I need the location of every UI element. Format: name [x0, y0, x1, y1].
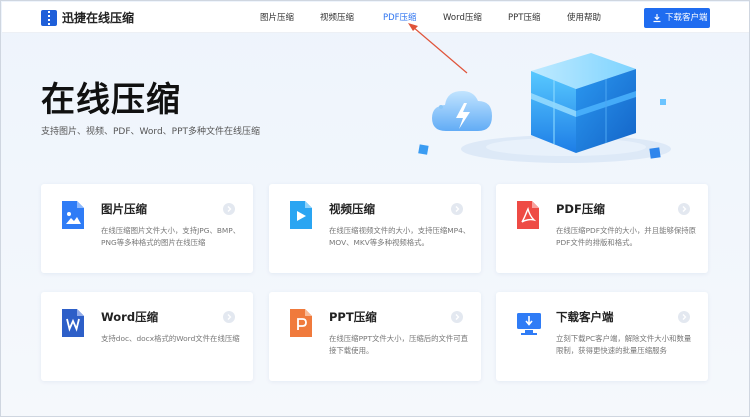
download-client-label: 下载客户端 — [665, 13, 708, 23]
nav-ppt-compress[interactable]: PPT压缩 — [508, 12, 540, 24]
card-description: 支持doc、docx格式的Word文件在线压缩 — [101, 334, 240, 343]
card-ppt-compress[interactable]: PPT压缩 在线压缩PPT文件大小，压缩后的文件可直接下载使用。 — [269, 292, 481, 381]
card-title: Word压缩 — [101, 310, 159, 324]
hero-illustration — [418, 53, 671, 163]
download-client-button[interactable]: 下载客户端 — [644, 8, 710, 28]
card-title: PDF压缩 — [556, 202, 605, 216]
page-frame: 迅捷在线压缩 图片压缩 视频压缩 PDF压缩 Word压缩 PPT压缩 使用帮助… — [0, 0, 750, 417]
app-name[interactable]: 迅捷在线压缩 — [62, 10, 134, 26]
arrow-right-circle-icon[interactable] — [678, 203, 690, 215]
card-title: 图片压缩 — [101, 202, 147, 216]
card-description: 在线压缩图片文件大小，支持JPG、BMP、PNG等多种格式的图片在线压缩 — [101, 226, 241, 247]
video-file-icon — [290, 201, 312, 229]
logo-icon[interactable] — [41, 10, 57, 26]
card-description: 在线压缩PDF文件的大小，并且能够保持原PDF文件的排版和格式。 — [556, 226, 697, 247]
card-description: 立刻下载PC客户端，解除文件大小和数量限制，获得更快速的批量压缩服务 — [556, 334, 692, 355]
arrow-right-circle-icon[interactable] — [223, 311, 235, 323]
card-word-compress[interactable]: Word压缩 支持doc、docx格式的Word文件在线压缩 — [41, 292, 253, 381]
monitor-download-icon — [517, 313, 541, 335]
card-description: 在线压缩PPT文件大小，压缩后的文件可直接下载使用。 — [329, 334, 469, 355]
word-file-icon — [62, 309, 84, 337]
image-file-icon — [62, 201, 84, 229]
card-description: 在线压缩视频文件的大小，支持压缩MP4、MOV、MKV等多种视频格式。 — [329, 226, 471, 247]
nav-help[interactable]: 使用帮助 — [567, 12, 601, 24]
card-title: 下载客户端 — [556, 310, 614, 324]
card-pdf-compress[interactable]: PDF压缩 在线压缩PDF文件的大小，并且能够保持原PDF文件的排版和格式。 — [496, 184, 708, 273]
top-navbar: 迅捷在线压缩 图片压缩 视频压缩 PDF压缩 Word压缩 PPT压缩 使用帮助… — [2, 2, 749, 33]
card-title: PPT压缩 — [329, 310, 377, 324]
arrow-right-circle-icon[interactable] — [451, 203, 463, 215]
card-video-compress[interactable]: 视频压缩 在线压缩视频文件的大小，支持压缩MP4、MOV、MKV等多种视频格式。 — [269, 184, 481, 273]
arrow-right-circle-icon[interactable] — [451, 311, 463, 323]
arrow-right-circle-icon[interactable] — [223, 203, 235, 215]
nav-image-compress[interactable]: 图片压缩 — [260, 12, 294, 24]
ppt-file-icon — [290, 309, 312, 337]
hero-title: 在线压缩 — [41, 80, 181, 120]
download-icon — [653, 14, 661, 23]
hero-subtitle: 支持图片、视频、PDF、Word、PPT多种文件在线压缩 — [41, 127, 261, 137]
nav-video-compress[interactable]: 视频压缩 — [320, 12, 354, 24]
pdf-file-icon — [517, 201, 539, 229]
card-download-client[interactable]: 下载客户端 立刻下载PC客户端，解除文件大小和数量限制，获得更快速的批量压缩服务 — [496, 292, 708, 381]
arrow-right-circle-icon[interactable] — [678, 311, 690, 323]
card-image-compress[interactable]: 图片压缩 在线压缩图片文件大小，支持JPG、BMP、PNG等多种格式的图片在线压… — [41, 184, 253, 273]
card-title: 视频压缩 — [329, 202, 375, 216]
